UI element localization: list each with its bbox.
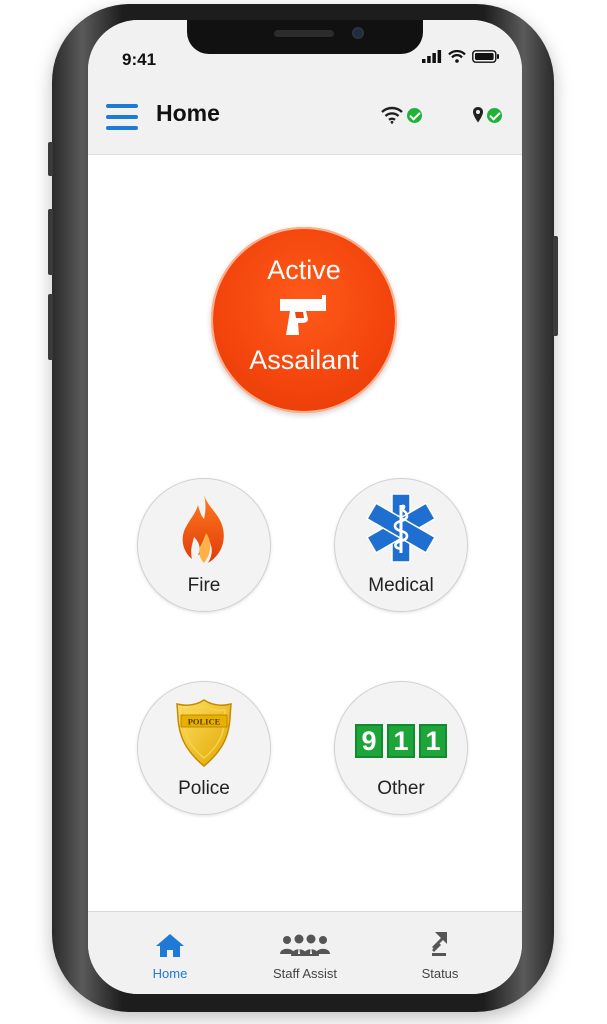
medical-button[interactable]: Medical bbox=[334, 478, 468, 612]
status-time: 9:41 bbox=[122, 50, 157, 69]
cellular-signal-icon bbox=[422, 50, 442, 63]
tab-status-label: Status bbox=[421, 966, 459, 981]
app-screen: 9:41 Home Active Assailant Fire Medical … bbox=[88, 20, 522, 994]
location-status bbox=[472, 106, 502, 124]
handgun-icon bbox=[280, 295, 326, 335]
police-badge-icon: POLICE bbox=[176, 699, 232, 767]
flame-icon bbox=[182, 495, 224, 563]
active-assailant-label-line2: Assailant bbox=[249, 345, 359, 375]
police-button[interactable]: POLICE Police bbox=[137, 681, 271, 815]
wifi-ok-check-icon bbox=[407, 107, 422, 123]
camera-notch bbox=[187, 20, 423, 54]
wifi-icon bbox=[381, 106, 403, 124]
tab-staff-assist-label: Staff Assist bbox=[272, 966, 338, 981]
wifi-connection-status bbox=[380, 106, 422, 124]
location-pin-icon bbox=[473, 107, 483, 123]
medical-label: Medical bbox=[368, 575, 434, 596]
digit-box-1b: 1 bbox=[419, 724, 447, 758]
front-camera bbox=[352, 27, 364, 39]
volume-up-button bbox=[48, 209, 53, 275]
active-assailant-button[interactable]: Active Assailant bbox=[211, 227, 397, 413]
hamburger-menu-icon[interactable] bbox=[106, 102, 138, 132]
page-title: Home bbox=[156, 100, 220, 126]
battery-icon bbox=[472, 50, 499, 63]
bottom-tab-bar: Home Staff Assist Status bbox=[88, 911, 522, 994]
people-group-icon bbox=[280, 934, 330, 956]
tab-staff-assist[interactable]: Staff Assist bbox=[233, 912, 377, 994]
status-icons bbox=[422, 50, 500, 63]
speaker-grille bbox=[274, 30, 334, 37]
star-of-life-icon bbox=[366, 493, 436, 563]
digit-box-9: 9 bbox=[355, 724, 383, 758]
app-header: Home bbox=[88, 90, 522, 155]
tab-home[interactable]: Home bbox=[98, 912, 242, 994]
police-badge-text: POLICE bbox=[188, 717, 221, 727]
digit-box-1a: 1 bbox=[387, 724, 415, 758]
silent-switch bbox=[48, 142, 53, 176]
power-button bbox=[553, 236, 558, 336]
home-icon bbox=[156, 934, 184, 957]
tab-home-label: Home bbox=[152, 966, 188, 981]
police-label: Police bbox=[178, 778, 230, 799]
fire-button[interactable]: Fire bbox=[137, 478, 271, 612]
status-arrows-icon bbox=[432, 932, 447, 956]
tab-status[interactable]: Status bbox=[368, 912, 512, 994]
nine-one-one-icon: 9 1 1 bbox=[335, 724, 467, 758]
volume-down-button bbox=[48, 294, 53, 360]
fire-label: Fire bbox=[187, 575, 221, 596]
active-assailant-label-line1: Active bbox=[267, 255, 341, 285]
wifi-status-icon bbox=[448, 50, 466, 63]
other-label: Other bbox=[377, 778, 425, 799]
location-ok-check-icon bbox=[487, 107, 502, 123]
other-button[interactable]: 9 1 1 Other bbox=[334, 681, 468, 815]
